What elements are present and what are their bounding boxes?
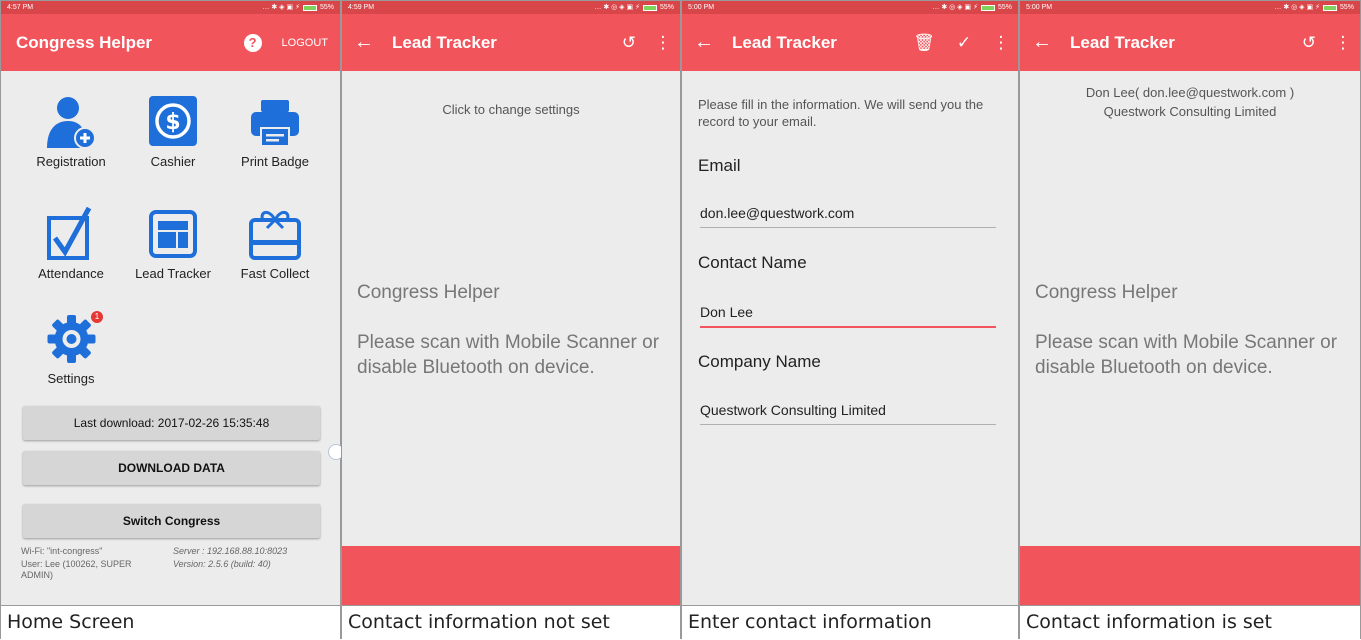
email-label: Email — [698, 156, 741, 175]
switch-congress-button[interactable]: Switch Congress — [23, 504, 320, 538]
company-name-field[interactable]: Questwork Consulting Limited — [700, 402, 996, 425]
app-title: Lead Tracker — [732, 32, 837, 52]
add-user-icon — [47, 97, 96, 149]
scan-message: Congress Helper Please scan with Mobile … — [357, 282, 667, 380]
history-icon[interactable]: ↺ — [612, 33, 646, 53]
bottom-bar — [342, 546, 680, 605]
battery-level: 55% — [1339, 4, 1354, 11]
caption: Home Screen — [1, 605, 340, 640]
status-icons: … ✱ ◎ ◈ ▣ ⚡ 55% — [1274, 1, 1354, 14]
screenshot-grid: 4:57 PM … ✱ ◈ ▣ ⚡ 55% Congress Helper ? L… — [0, 0, 1361, 640]
battery-level: 55% — [997, 4, 1012, 11]
caption: Contact information not set — [342, 605, 680, 640]
tile-label: Settings — [47, 371, 95, 386]
phone-screen: 4:59 PM … ✱ ◎ ◈ ▣ ⚡ 55% ← Lead Tracker ↺ … — [342, 1, 680, 605]
status-icons: … ✱ ◎ ◈ ▣ ⚡ 55% — [932, 1, 1012, 14]
tile-cashier[interactable]: $ Cashier — [121, 94, 225, 169]
tile-lead-tracker[interactable]: Lead Tracker — [121, 206, 225, 281]
more-vert-icon[interactable]: ⋮ — [984, 33, 1018, 53]
more-vert-icon[interactable]: ⋮ — [646, 33, 680, 53]
form-intro: Please fill in the information. We will … — [698, 97, 984, 129]
svg-text:$: $ — [165, 110, 180, 135]
caption: Enter contact information — [682, 605, 1018, 640]
status-time: 5:00 PM — [1026, 4, 1053, 11]
status-bar: 5:00 PM … ✱ ◎ ◈ ▣ ⚡ 55% — [1020, 1, 1360, 14]
back-arrow-icon[interactable]: ← — [1020, 31, 1064, 54]
phone-screen: 5:00 PM … ✱ ◎ ◈ ▣ ⚡ 55% ← Lead Tracker ↺ … — [1020, 1, 1360, 605]
phone-screen: 4:57 PM … ✱ ◈ ▣ ⚡ 55% Congress Helper ? L… — [1, 1, 340, 605]
dollar-icon: $ — [149, 96, 197, 146]
status-bar: 4:57 PM … ✱ ◈ ▣ ⚡ 55% — [1, 1, 340, 14]
panel-lead-tracker-unset: 4:59 PM … ✱ ◎ ◈ ▣ ⚡ 55% ← Lead Tracker ↺ … — [341, 0, 681, 640]
contact-name-label: Contact Name — [698, 253, 807, 272]
back-arrow-icon[interactable]: ← — [342, 31, 386, 54]
message-title: Congress Helper — [357, 282, 500, 303]
notification-badge: 1 — [91, 311, 103, 323]
tile-label: Lead Tracker — [135, 266, 211, 281]
status-time: 4:57 PM — [7, 4, 34, 11]
app-bar: ← Lead Tracker 🗑 ✓ ⋮ — [682, 14, 1018, 71]
message-title: Congress Helper — [1035, 282, 1178, 303]
footer-user-role: ADMIN) — [21, 570, 53, 580]
scan-message: Congress Helper Please scan with Mobile … — [1035, 282, 1345, 380]
tile-fast-collect[interactable]: Fast Collect — [223, 206, 327, 281]
tile-label: Registration — [36, 154, 106, 169]
tile-settings[interactable]: 1 Settings — [19, 311, 123, 386]
message-body: Please scan with Mobile Scanner or disab… — [1035, 332, 1338, 378]
contact-summary-line[interactable]: Don Lee( don.lee@questwork.com ) — [1020, 85, 1360, 100]
more-vert-icon[interactable]: ⋮ — [1326, 33, 1360, 53]
status-time: 4:59 PM — [348, 4, 375, 11]
app-title: Lead Tracker — [392, 32, 497, 52]
printer-icon — [251, 100, 299, 147]
footer-user: User: Lee (100262, SUPER — [21, 559, 132, 569]
battery-level: 55% — [319, 4, 334, 11]
caption: Contact information is set — [1020, 605, 1360, 640]
app-title: Congress Helper — [16, 32, 153, 52]
app-bar: Congress Helper ? LOGOUT — [1, 14, 340, 71]
delete-sweep-icon[interactable]: 🗑 — [904, 33, 944, 53]
panel-enter-contact: 5:00 PM … ✱ ◎ ◈ ▣ ⚡ 55% ← Lead Tracker 🗑 … — [681, 0, 1019, 640]
tile-attendance[interactable]: Attendance — [19, 206, 123, 281]
status-bar: 5:00 PM … ✱ ◎ ◈ ▣ ⚡ 55% — [682, 1, 1018, 14]
email-field[interactable]: don.lee@questwork.com — [700, 205, 996, 228]
phone-screen: 5:00 PM … ✱ ◎ ◈ ▣ ⚡ 55% ← Lead Tracker 🗑 … — [682, 1, 1018, 605]
footer-server: Server : 192.168.88.10:8023 — [173, 546, 288, 556]
logout-button[interactable]: LOGOUT — [282, 37, 328, 49]
status-bar: 4:59 PM … ✱ ◎ ◈ ▣ ⚡ 55% — [342, 1, 680, 14]
tile-label: Attendance — [38, 266, 104, 281]
contact-name-field[interactable]: Don Lee — [700, 304, 996, 328]
tile-label: Cashier — [150, 154, 196, 169]
app-bar: ← Lead Tracker ↺ ⋮ — [1020, 14, 1360, 71]
status-icons: … ✱ ◎ ◈ ▣ ⚡ 55% — [594, 1, 674, 14]
tile-registration[interactable]: Registration — [19, 94, 123, 169]
checkbox-icon — [47, 206, 92, 260]
back-arrow-icon[interactable]: ← — [682, 31, 726, 54]
message-body: Please scan with Mobile Scanner or disab… — [357, 332, 660, 378]
app-bar: ← Lead Tracker ↺ ⋮ — [342, 14, 680, 71]
status-time: 5:00 PM — [688, 4, 715, 11]
status-icons: … ✱ ◈ ▣ ⚡ 55% — [262, 1, 334, 14]
tile-label: Fast Collect — [240, 266, 310, 281]
panel-contact-set: 5:00 PM … ✱ ◎ ◈ ▣ ⚡ 55% ← Lead Tracker ↺ … — [1019, 0, 1361, 640]
tile-label: Print Badge — [241, 154, 309, 169]
panel-home: 4:57 PM … ✱ ◈ ▣ ⚡ 55% Congress Helper ? L… — [0, 0, 344, 640]
tile-print-badge[interactable]: Print Badge — [223, 94, 327, 169]
contact-company-line[interactable]: Questwork Consulting Limited — [1020, 104, 1360, 119]
last-download-button[interactable]: Last download: 2017-02-26 15:35:48 — [23, 406, 320, 440]
help-icon[interactable]: ? — [243, 33, 262, 52]
gift-card-icon — [249, 211, 301, 260]
history-icon[interactable]: ↺ — [1292, 33, 1326, 53]
footer-version: Version: 2.5.6 (build: 40) — [173, 559, 271, 569]
check-icon[interactable]: ✓ — [944, 33, 984, 53]
lead-tracker-icon — [149, 210, 197, 258]
download-data-button[interactable]: DOWNLOAD DATA — [23, 451, 320, 485]
battery-level: 55% — [659, 4, 674, 11]
app-title: Lead Tracker — [1070, 32, 1175, 52]
bottom-bar — [1020, 546, 1360, 605]
footer-wifi: Wi-Fi: "int-congress" — [21, 546, 103, 556]
company-name-label: Company Name — [698, 352, 821, 371]
settings-hint-link[interactable]: Click to change settings — [342, 102, 680, 117]
